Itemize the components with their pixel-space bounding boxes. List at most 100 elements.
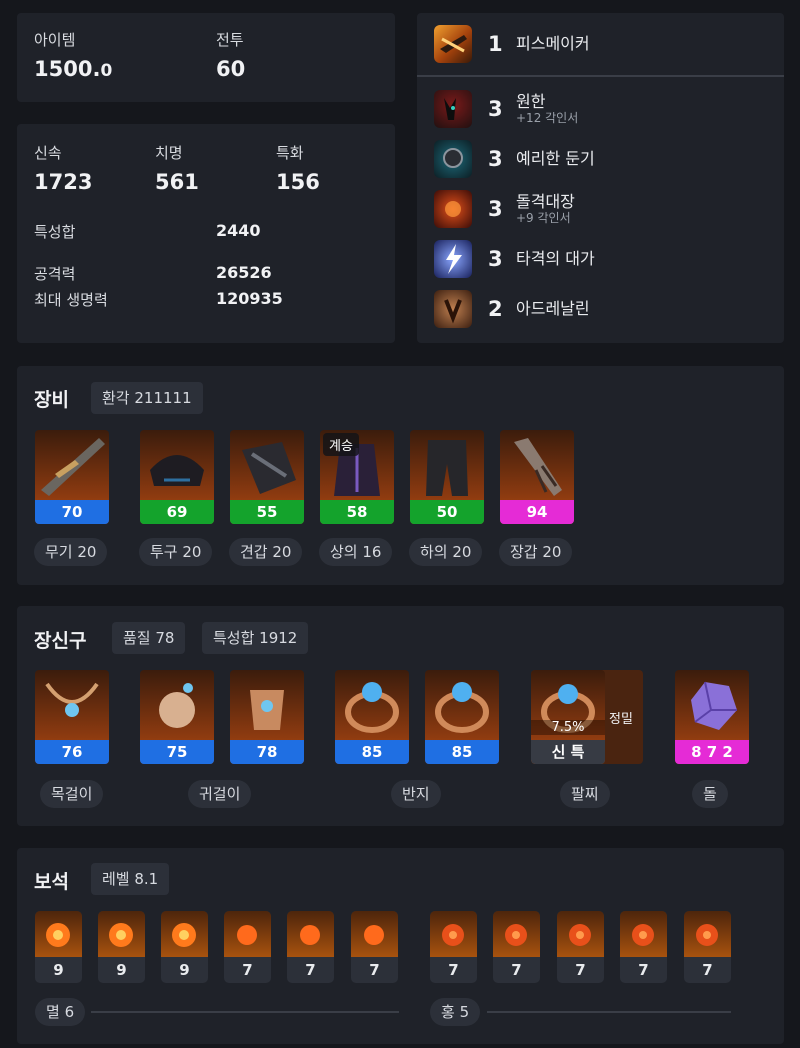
gem-slot[interactable]: 7 — [493, 911, 540, 983]
equipment-slot-chest[interactable]: 58 계승 — [320, 430, 394, 524]
gem-group-divider — [91, 1011, 399, 1013]
pants-icon — [426, 440, 468, 496]
equipment-label-helmet: 투구 20 — [139, 538, 213, 566]
engraving-row[interactable]: 3 원한 +12 각인서 — [417, 84, 578, 134]
attack-power-label: 공격력 — [34, 265, 76, 283]
gem-icon — [684, 911, 731, 957]
gem-icon — [557, 911, 604, 957]
equipment-label-shoulder: 견갑 20 — [229, 538, 303, 566]
helmet-icon — [150, 455, 204, 486]
equipment-slot-gloves[interactable]: 94 — [500, 430, 574, 524]
accessory-slot-earring-1[interactable]: 75 — [140, 670, 214, 764]
equipment-title: 장비 — [34, 389, 69, 411]
stats-panel: 신속 1723 치명 561 특화 156 특성합 2440 공격력 26526… — [17, 124, 395, 343]
item-level-label: 아이템 — [34, 31, 76, 49]
bracelet-stats: 신 특 — [531, 740, 605, 764]
gem-panel: 보석 레벨 8.1 9 9 9 7 7 7 7 7 7 7 7 멸 6 홍 5 — [17, 848, 784, 1044]
gun-icon — [434, 25, 472, 63]
gem-icon — [224, 911, 271, 957]
quality-bar: 55 — [230, 500, 304, 524]
gem-icon — [161, 911, 208, 957]
quality-bar: 58 — [320, 500, 394, 524]
gem-slot[interactable]: 9 — [161, 911, 208, 983]
stone-value: 8 7 2 — [675, 740, 749, 764]
engraving-row[interactable]: 3 예리한 둔기 — [417, 134, 595, 184]
swiftness-value: 1723 — [34, 170, 93, 194]
accessory-slot-ring-2[interactable]: 85 — [425, 670, 499, 764]
bracelet-grade: 정밀 — [609, 712, 633, 727]
equipment-slot-shoulder[interactable]: 55 — [230, 430, 304, 524]
quality-chip: 품질 78 — [112, 622, 186, 654]
ring-icon — [435, 682, 489, 733]
stat-total-value: 2440 — [216, 221, 261, 240]
engraving-name: 아드레날린 — [516, 299, 590, 318]
engraving-row[interactable]: 3 돌격대장 +9 각인서 — [417, 184, 575, 234]
gem-slot[interactable]: 7 — [620, 911, 667, 983]
accessory-title: 장신구 — [34, 630, 87, 652]
equipment-slot-weapon[interactable]: 70 — [35, 430, 109, 524]
quality-bar: 94 — [500, 500, 574, 524]
equipment-label-gloves: 장갑 20 — [499, 538, 573, 566]
gem-slot[interactable]: 7 — [557, 911, 604, 983]
engraving-name: 예리한 둔기 — [516, 149, 595, 168]
gem-icon — [430, 911, 477, 957]
summary-panel: 아이템 1500.0 전투 60 — [17, 13, 395, 102]
accessory-slot-bracelet[interactable]: 7.5% 신 특 정밀 — [531, 670, 643, 764]
crit-label: 치명 — [155, 144, 183, 162]
accessory-slot-necklace[interactable]: 76 — [35, 670, 109, 764]
bracelet-percent: 7.5% — [531, 720, 605, 735]
mace-icon — [434, 140, 472, 178]
equipment-label-pants: 하의 20 — [409, 538, 483, 566]
accessory-label-bracelet: 팔찌 — [560, 780, 610, 808]
stone-icon — [691, 681, 737, 730]
max-hp-value: 120935 — [216, 289, 283, 308]
class-engraving[interactable]: 1 피스메이커 — [417, 19, 590, 69]
gem-icon — [351, 911, 398, 957]
equipment-label-chest: 상의 16 — [319, 538, 393, 566]
quality-bar: 69 — [140, 500, 214, 524]
quality-bar: 70 — [35, 500, 109, 524]
gem-icon — [620, 911, 667, 957]
engraving-name: 피스메이커 — [516, 34, 590, 53]
quality-bar: 50 — [410, 500, 484, 524]
gem-icon — [493, 911, 540, 957]
equipment-label-weapon: 무기 20 — [34, 538, 108, 566]
accessory-label-stone: 돌 — [692, 780, 728, 808]
accessory-slot-ring-1[interactable]: 85 — [335, 670, 409, 764]
gem-slot[interactable]: 7 — [684, 911, 731, 983]
divider — [417, 75, 784, 77]
gem-slot[interactable]: 9 — [98, 911, 145, 983]
equipment-slot-pants[interactable]: 50 — [410, 430, 484, 524]
stat-total-label: 특성합 — [34, 223, 76, 241]
accessory-label-ring: 반지 — [391, 780, 441, 808]
accessory-slot-earring-2[interactable]: 78 — [230, 670, 304, 764]
equipment-panel: 장비 환각 211111 70 69 55 58 계승 50 94 무기 20 … — [17, 366, 784, 585]
equipment-slot-helmet[interactable]: 69 — [140, 430, 214, 524]
gem-slot[interactable]: 7 — [351, 911, 398, 983]
combat-level-label: 전투 — [216, 31, 244, 49]
specialization-value: 156 — [276, 170, 320, 194]
ability-stone-slot[interactable]: 8 7 2 — [675, 670, 749, 764]
specialization-label: 특화 — [276, 144, 304, 162]
engraving-row[interactable]: 2 아드레날린 — [417, 284, 590, 334]
gem-slot[interactable]: 7 — [287, 911, 334, 983]
lightning-icon — [434, 240, 472, 278]
combat-level-value: 60 — [216, 57, 246, 81]
quality-bar: 85 — [425, 740, 499, 764]
gem-level-chip: 레벨 8.1 — [91, 863, 170, 895]
gem-group-divider — [487, 1011, 731, 1013]
engraving-name: 돌격대장 — [516, 192, 575, 211]
stat-total-chip: 특성합 1912 — [202, 622, 309, 654]
engraving-row[interactable]: 3 타격의 대가 — [417, 234, 595, 284]
gem-slot[interactable]: 7 — [224, 911, 271, 983]
demon-icon — [434, 90, 472, 128]
quality-bar: 75 — [140, 740, 214, 764]
quality-bar: 85 — [335, 740, 409, 764]
gem-icon — [35, 911, 82, 957]
inherit-badge: 계승 — [323, 433, 359, 456]
necklace-icon — [45, 682, 99, 717]
swiftness-label: 신속 — [34, 144, 62, 162]
gem-slot[interactable]: 7 — [430, 911, 477, 983]
gem-slot[interactable]: 9 — [35, 911, 82, 983]
charge-icon — [434, 190, 472, 228]
